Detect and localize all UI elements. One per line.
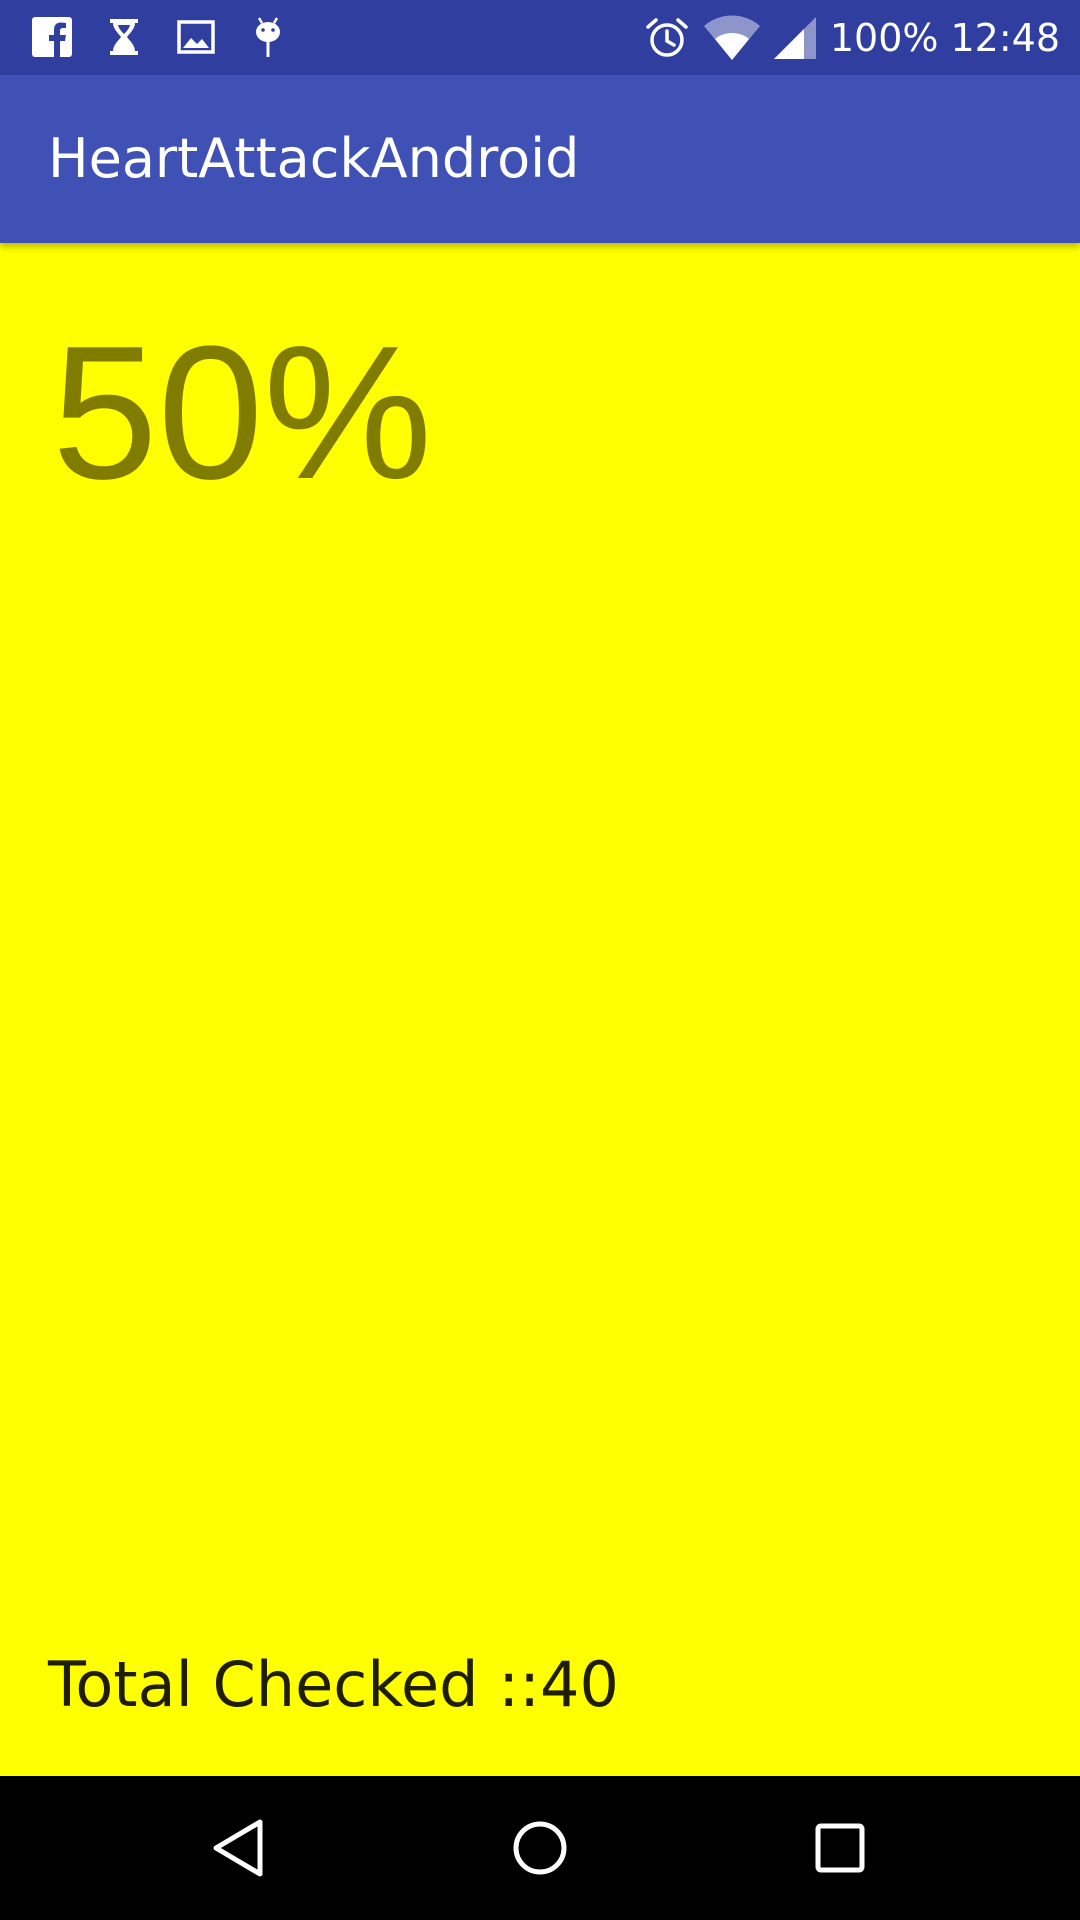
system-status: 100% 12:48 <box>644 10 1060 66</box>
clock: 12:48 <box>950 16 1060 60</box>
alarm-icon <box>646 18 688 57</box>
wifi-icon <box>703 15 760 60</box>
app-title: HeartAttackAndroid <box>48 127 580 190</box>
navigation-bar <box>0 1776 1080 1920</box>
recents-icon[interactable] <box>808 1816 872 1880</box>
image-icon <box>177 20 215 54</box>
app-screen: 100% 12:48 HeartAttackAndroid 50% Total … <box>0 0 1080 1920</box>
hourglass-icon <box>110 19 138 55</box>
status-bar: 100% 12:48 <box>0 0 1080 75</box>
toolbar: HeartAttackAndroid <box>0 75 1080 243</box>
notification-icons <box>30 14 290 60</box>
back-icon[interactable] <box>208 1816 272 1880</box>
percentage-readout: 50% <box>52 307 433 519</box>
android-debug-icon <box>256 17 280 57</box>
signal-icon <box>773 17 816 59</box>
home-icon[interactable] <box>508 1816 572 1880</box>
facebook-icon <box>32 17 72 57</box>
battery-level: 100% <box>829 16 939 60</box>
total-checked-label: Total Checked ::40 <box>48 1648 619 1721</box>
